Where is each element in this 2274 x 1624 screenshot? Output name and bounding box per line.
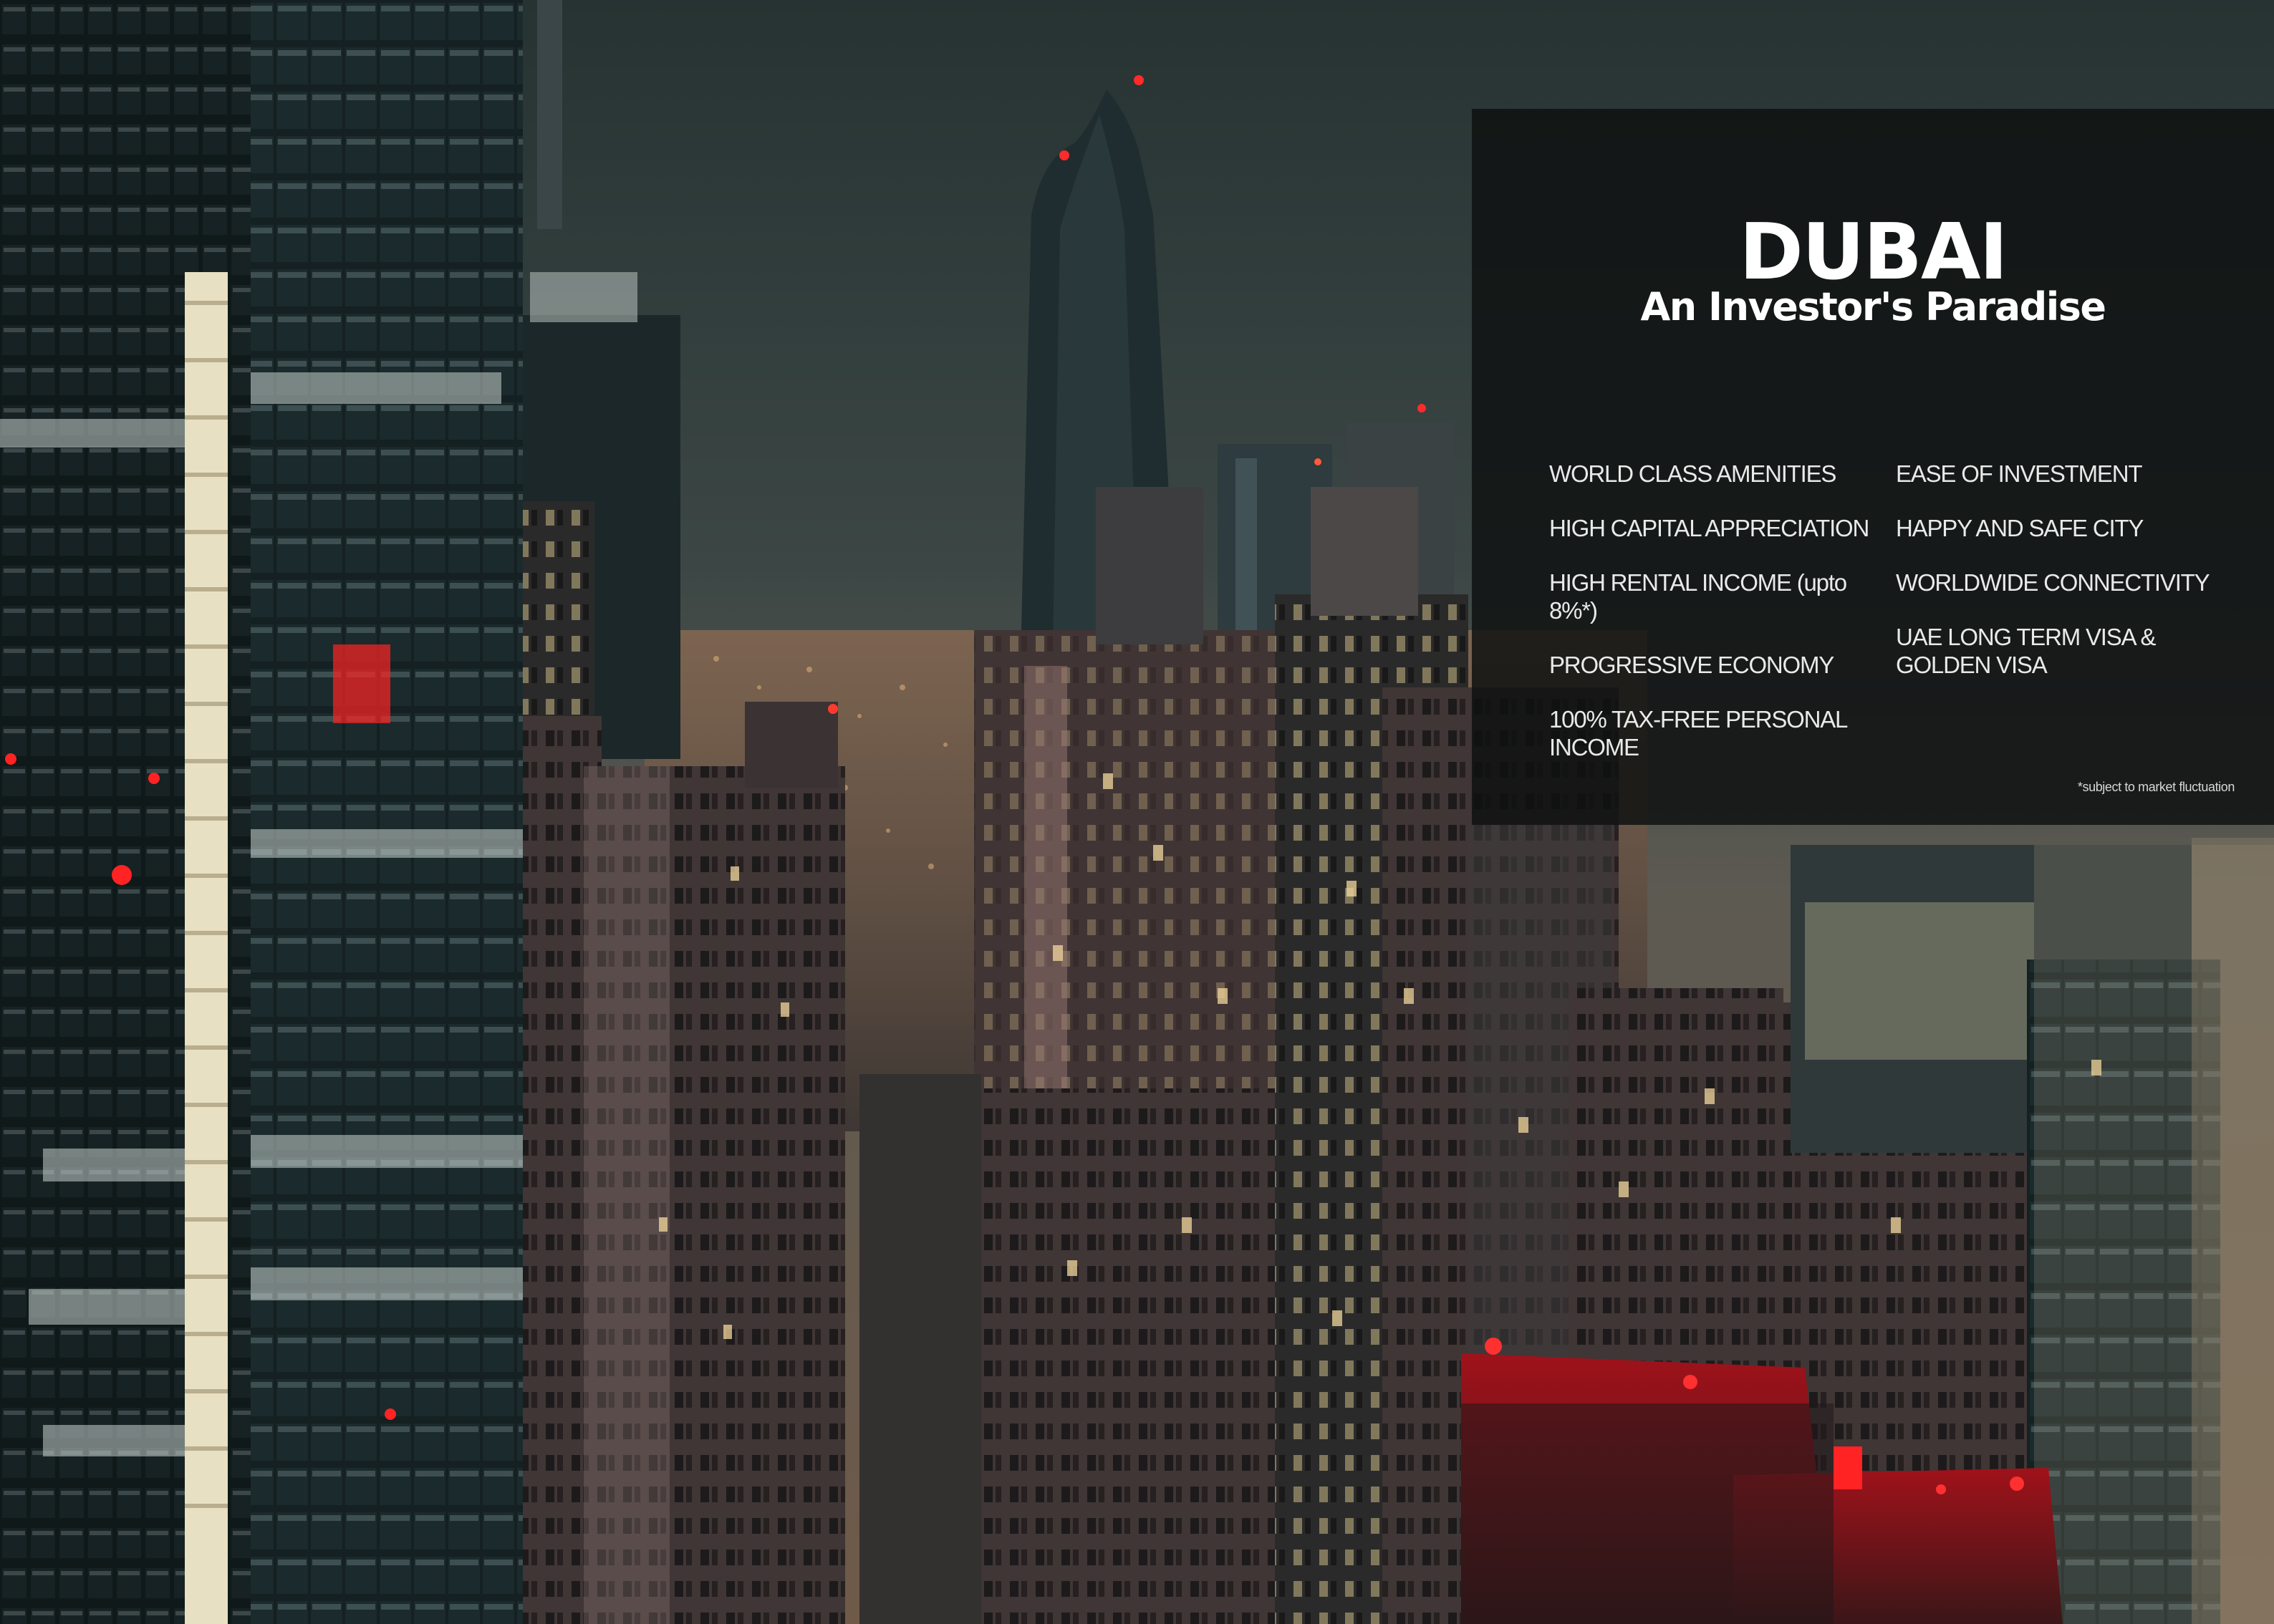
page-subtitle: An Investor's Paradise (1640, 284, 2106, 329)
list-item: UAE LONG TERM VISA & GOLDEN VISA (1896, 624, 2157, 678)
list-item: HAPPY AND SAFE CITY (1896, 515, 2144, 541)
footnote: *subject to market fluctuation (2077, 780, 2235, 794)
list-item: EASE OF INVESTMENT (1896, 460, 2142, 487)
brochure-page: DUBAI An Investor's Paradise WORLD CLASS… (0, 0, 2274, 1624)
info-panel: DUBAI An Investor's Paradise WORLD CLASS… (1472, 109, 2274, 825)
list-item: PROGRESSIVE ECONOMY (1549, 652, 1834, 678)
list-item: 100% TAX-FREE PERSONAL INCOME (1549, 706, 1847, 760)
list-item: HIGH RENTAL INCOME (upto 8%*) (1549, 569, 1847, 624)
benefits-list-left: WORLD CLASS AMENITIES HIGH CAPITAL APPRE… (1549, 460, 1886, 788)
list-item: WORLD CLASS AMENITIES (1549, 460, 1836, 487)
list-item: HIGH CAPITAL APPRECIATION (1549, 515, 1869, 541)
list-item: WORLDWIDE CONNECTIVITY (1896, 569, 2210, 596)
benefits-list-right: EASE OF INVESTMENT HAPPY AND SAFE CITY W… (1896, 460, 2254, 705)
